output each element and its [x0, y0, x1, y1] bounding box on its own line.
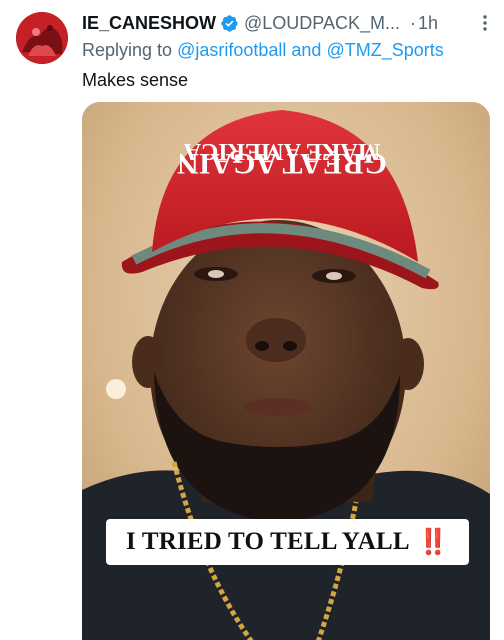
tweet[interactable]: IE_CANESHOW @LOUDPACK_M... · 1h Replying… — [0, 0, 504, 640]
media-caption: I TRIED TO TELL YALL ‼️ — [106, 519, 469, 565]
avatar-image — [16, 12, 68, 64]
separator-dot: · — [410, 12, 416, 33]
hat-text-line2: GREAT AGAIN — [177, 147, 387, 180]
mention-link-jasrifootball[interactable]: @jasrifootball — [177, 40, 286, 60]
replying-to-label: Replying to — [82, 40, 178, 60]
tweet-text: Makes sense — [82, 70, 189, 90]
replying-to-conjunction: and — [286, 40, 327, 60]
double-exclamation-icon: ‼️ — [417, 527, 450, 556]
handle[interactable]: @LOUDPACK_M... — [244, 13, 400, 34]
mention-link-tmz-sports[interactable]: @TMZ_Sports — [326, 40, 443, 60]
display-name[interactable]: IE_CANESHOW — [82, 13, 216, 34]
avatar[interactable] — [16, 12, 68, 64]
tweet-header: IE_CANESHOW @LOUDPACK_M... · 1h — [82, 10, 494, 36]
verified-badge-icon — [220, 14, 239, 33]
caption-text: I TRIED TO TELL YALL — [125, 528, 410, 555]
more-options-icon[interactable] — [478, 13, 492, 33]
timestamp[interactable]: 1h — [418, 13, 438, 34]
tweet-media-image[interactable]: MAKE AMERICA GREAT AGAIN I TRIED TO TELL… — [82, 102, 490, 640]
replying-to-line: Replying to @jasrifootball and @TMZ_Spor… — [82, 40, 444, 61]
